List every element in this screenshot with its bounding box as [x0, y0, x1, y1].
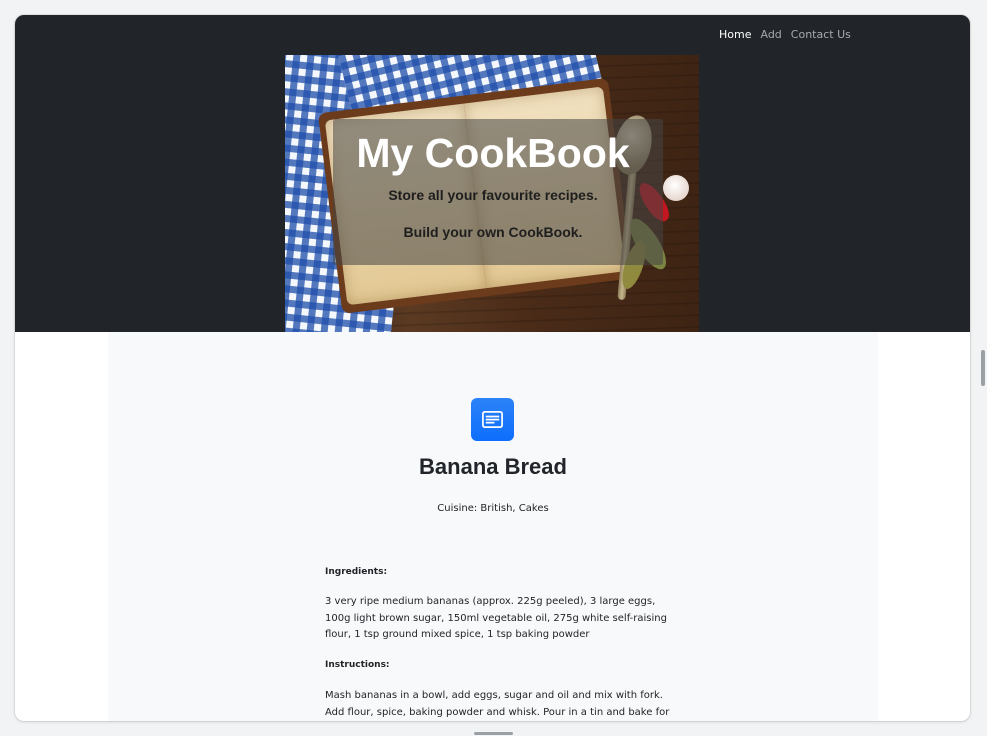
- instructions-heading: Instructions:: [325, 660, 390, 670]
- recipe-cuisine: Cuisine: British, Cakes: [437, 503, 549, 514]
- recipe-content: Banana Bread Cuisine: British, Cakes Ing…: [108, 332, 878, 721]
- nav-link-home[interactable]: Home: [719, 27, 751, 43]
- browser-window: Home Add Contact Us My CookBook Store al…: [15, 15, 970, 721]
- hero-subtitle-1: Store all your favourite recipes.: [388, 187, 598, 203]
- recipe-title: Banana Bread: [419, 454, 567, 479]
- instructions-text: Mash bananas in a bowl, add eggs, sugar …: [325, 690, 670, 718]
- nav-link-contact-us[interactable]: Contact Us: [791, 27, 851, 43]
- recipe-card-icon-glyph: [482, 410, 503, 429]
- recipe-card-icon: [471, 398, 514, 441]
- nav-link-add[interactable]: Add: [760, 27, 781, 43]
- vertical-scrollbar-thumb[interactable]: [981, 350, 985, 386]
- site-header: Home Add Contact Us My CookBook Store al…: [15, 15, 970, 332]
- bottom-resize-handle[interactable]: [474, 732, 513, 735]
- ingredients-text: 3 very ripe medium bananas (approx. 225g…: [325, 596, 667, 640]
- hero-title: My CookBook: [356, 130, 630, 176]
- top-nav: Home Add Contact Us: [719, 27, 851, 43]
- ingredients-heading: Ingredients:: [325, 567, 388, 577]
- hero-subtitle-2: Build your own CookBook.: [403, 224, 583, 240]
